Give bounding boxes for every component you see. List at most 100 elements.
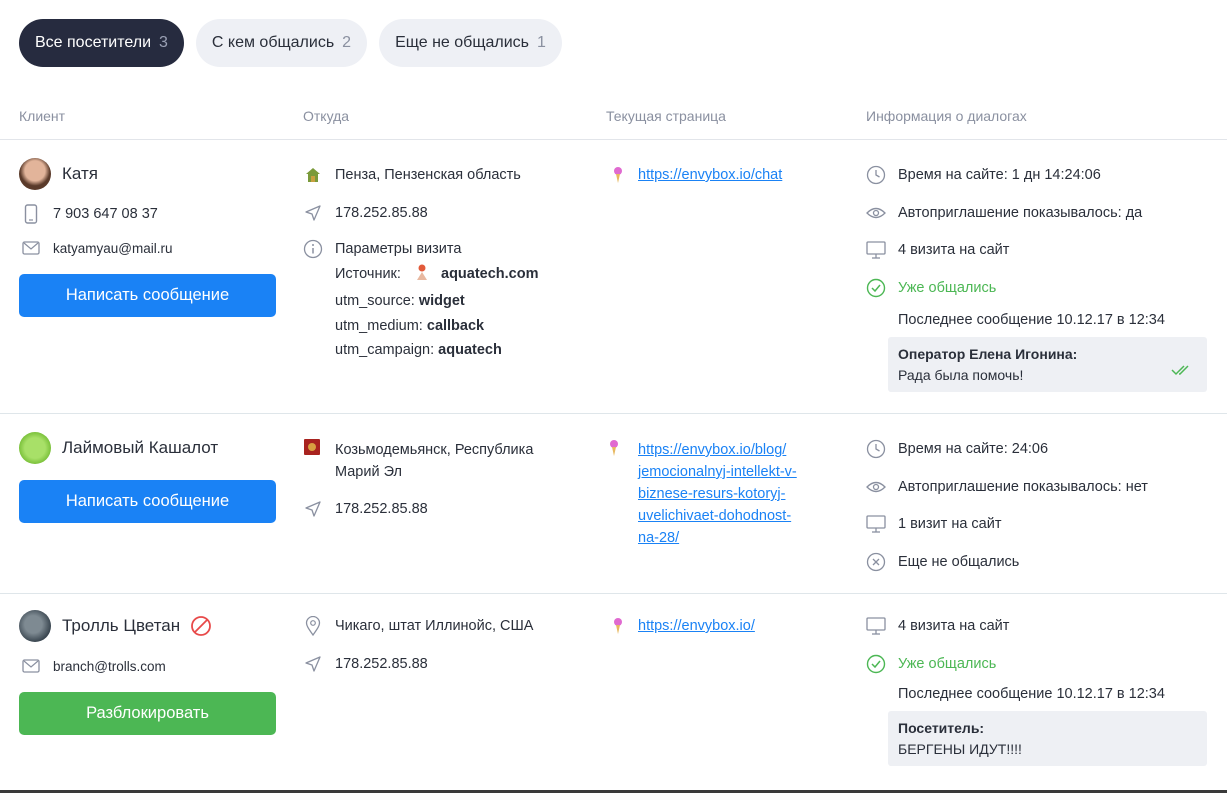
auto-invite-line: Автоприглашение показывалось: нет [866,477,1148,497]
phone-number[interactable]: 7 903 647 08 37 [53,206,158,222]
house-icon [303,165,323,185]
dialog-status: Еще не общались [898,554,1020,570]
visits-count: 4 визита на сайт [898,618,1010,634]
ip-address: 178.252.85.88 [335,205,428,221]
location-line-2: Марий Эл [335,464,402,480]
phone-line: 7 903 647 08 37 [21,204,158,224]
pin-icon [303,616,323,636]
last-message-box: Оператор Елена Игонина: Рада была помочь… [888,337,1207,392]
tab-label: Еще не общались [395,34,529,51]
message-author: Оператор Елена Игонина: [898,346,1078,362]
send-icon [303,203,323,223]
avatar [19,158,51,190]
pin-flag-icon [608,439,628,459]
monitor-icon [866,240,886,260]
blocked-icon [190,615,212,637]
visits-line: 4 визита на сайт [866,616,1009,636]
pin-flag-icon [608,165,628,185]
ip-address: 178.252.85.88 [335,501,428,517]
client-name: Катя [62,164,98,183]
table-row: Тролль Цветан branch@trolls.com Разблоки… [0,595,1227,785]
mail-icon [21,656,41,676]
column-header-from: Откуда [303,108,350,124]
column-header-client: Клиент [19,108,66,124]
link-line: biznese-resurs-kotoryj- [638,486,786,502]
send-icon [303,499,323,519]
double-check-icon [1171,361,1193,382]
pin-flag-icon [608,616,628,636]
param-label: utm_medium: [335,317,423,334]
client-name: Лаймовый Кашалот [62,438,219,457]
auto-invite-line: Автоприглашение показывалось: да [866,203,1142,223]
tab-count: 3 [159,34,168,51]
tab-all-visitors[interactable]: Все посетители 3 [19,19,184,67]
info-icon [303,239,323,259]
page-line: https://envybox.io/chat [608,165,782,185]
message-author: Посетитель: [898,720,985,736]
region-flag-icon [303,438,323,458]
mail-icon [21,238,41,258]
link-line: https://envybox.io/blog/ [638,442,787,458]
send-icon [303,654,323,674]
current-page-link[interactable]: https://envybox.io/chat [638,167,782,183]
email-line: katyamyau@mail.ru [21,238,173,258]
param-value: aquatech [438,342,502,358]
write-message-button[interactable]: Написать сообщение [19,480,276,523]
location-line: Пенза, Пензенская область [303,165,521,185]
ip-address: 178.252.85.88 [335,656,428,672]
visits-line: 1 визит на сайт [866,514,1001,534]
status-line: Еще не общались [866,552,1019,572]
unblock-button[interactable]: Разблокировать [19,692,276,735]
status-line: Уже общались [866,278,996,298]
param-label: utm_campaign: [335,342,435,358]
avatar [19,610,51,642]
param-label: utm_source: [335,293,415,309]
param-utm-source: utm_source: widget [335,289,539,314]
location-line: Чикаго, штат Иллинойс, США [303,616,533,636]
ip-line: 178.252.85.88 [303,203,428,223]
time-on-site-line: Время на сайте: 1 дн 14:24:06 [866,165,1101,185]
client-name-line: Лаймовый Кашалот [19,432,218,464]
auto-invite: Автоприглашение показывалось: да [898,205,1143,221]
visits-count: 1 визит на сайт [898,516,1002,532]
tab-talked-with[interactable]: С кем общались 2 [195,19,368,67]
table-row: Лаймовый Кашалот Написать сообщение Козь… [0,415,1227,594]
location-line-1: Козьмодемьянск, Республика [335,442,534,458]
location-text: Пенза, Пензенская область [335,167,521,183]
current-page-link[interactable]: https://envybox.io/blog/ jemocionalnyj-i… [638,439,797,549]
tab-not-talked[interactable]: Еще не общались 1 [379,19,562,67]
tab-count: 2 [342,34,352,51]
last-message-line: Последнее сообщение 10.12.17 в 12:34 [898,686,1165,702]
table-header: Клиент Откуда Текущая страница Информаци… [0,106,1227,140]
location-text: Чикаго, штат Иллинойс, США [335,618,534,634]
dialog-status: Уже общались [898,280,997,296]
clock-icon [866,165,886,185]
visits-count: 4 визита на сайт [898,242,1010,258]
auto-invite: Автоприглашение показывалось: нет [898,479,1148,495]
param-utm-medium: utm_medium: callback [335,314,539,339]
avatar [19,432,51,464]
monitor-icon [866,616,886,636]
phone-icon [21,204,41,224]
write-message-button[interactable]: Написать сообщение [19,274,276,317]
ip-line: 178.252.85.88 [303,654,428,674]
param-value: aquatech.com [441,265,539,282]
param-value: callback [426,317,485,334]
check-circle-icon [866,278,886,298]
column-header-info: Информация о диалогах [866,108,1027,124]
param-source: Источник: aquatech.com [335,262,539,290]
email-address[interactable]: katyamyau@mail.ru [53,241,173,256]
table-row: Катя 7 903 647 08 37 katyamyau@mail.ru Н… [0,141,1227,414]
status-line: Уже общались [866,654,996,674]
current-page-link[interactable]: https://envybox.io/ [638,618,755,634]
email-line: branch@trolls.com [21,656,166,676]
visits-line: 4 визита на сайт [866,240,1009,260]
last-message-time: Последнее сообщение 10.12.17 в 12:34 [898,312,1165,328]
email-address[interactable]: branch@trolls.com [53,659,166,674]
source-logo-icon [415,263,429,290]
tab-label: Все посетители [35,34,151,51]
check-circle-icon [866,654,886,674]
param-utm-campaign: utm_campaign: aquatech [335,338,539,363]
link-line: jemocionalnyj-intellekt-v- [638,464,797,480]
visit-params: Параметры визита Источник: aquatech.com … [335,237,539,363]
